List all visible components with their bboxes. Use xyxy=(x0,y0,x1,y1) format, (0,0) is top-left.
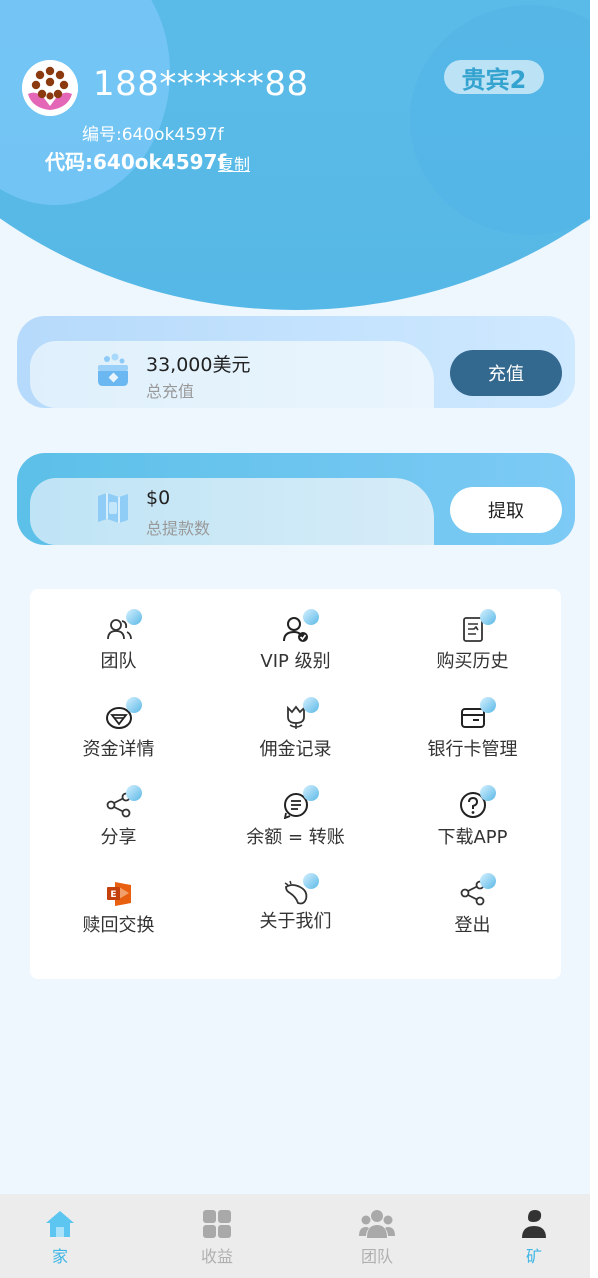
purchase-history-icon xyxy=(459,609,496,643)
share-icon xyxy=(105,785,142,819)
withdraw-button[interactable]: 提取 xyxy=(450,487,562,533)
user-id: 编号:640ok4597f xyxy=(82,125,224,145)
menu-grid: 团队 VIP 级别 购买历史 资金详情 佣金记录 银行卡管理 分享 余额 = 转… xyxy=(30,589,561,979)
menu-item-label: 银行卡管理 xyxy=(427,739,518,760)
commission-record-icon xyxy=(282,697,319,731)
nav-label: 团队 xyxy=(360,1247,393,1266)
menu-item-fund-details[interactable]: 资金详情 xyxy=(30,677,207,765)
team-nav-icon xyxy=(359,1210,395,1238)
right-edge-strip xyxy=(590,0,598,1278)
recharge-amount: 33,000美元 xyxy=(146,354,251,376)
nav-home[interactable]: 家 xyxy=(0,1194,120,1278)
menu-item-label: 佣金记录 xyxy=(259,739,332,760)
download-app-icon xyxy=(459,785,496,819)
menu-item-redeem-exchange[interactable]: E 赎回交换 xyxy=(30,853,207,941)
nav-mine[interactable]: 矿 xyxy=(474,1194,590,1278)
nav-label: 家 xyxy=(51,1247,68,1266)
menu-item-label: 下载APP xyxy=(437,827,508,848)
bank-card-icon xyxy=(459,697,496,731)
menu-item-about-us[interactable]: 关于我们 xyxy=(207,853,384,941)
mine-icon xyxy=(522,1210,546,1238)
copy-code-button[interactable]: 复制 xyxy=(218,151,250,175)
withdraw-map-icon xyxy=(98,493,128,523)
menu-item-logout[interactable]: 登出 xyxy=(384,853,561,941)
svg-text:E: E xyxy=(110,890,116,900)
menu-item-label: VIP 级别 xyxy=(260,651,331,672)
withdraw-card-panel xyxy=(30,478,434,545)
avatar-flower-icon xyxy=(22,60,78,116)
recharge-button[interactable]: 充值 xyxy=(450,350,562,396)
menu-item-label: 登出 xyxy=(454,915,491,936)
menu-item-label: 余额 = 转账 xyxy=(246,827,345,848)
user-phone: 188******88 xyxy=(93,64,309,104)
menu-item-commission-record[interactable]: 佣金记录 xyxy=(207,677,384,765)
nav-team[interactable]: 团队 xyxy=(317,1194,437,1278)
earnings-icon xyxy=(203,1210,231,1238)
menu-item-label: 赎回交换 xyxy=(82,915,155,936)
menu-item-label: 分享 xyxy=(100,827,137,848)
menu-item-balance-transfer[interactable]: 余额 = 转账 xyxy=(207,765,384,853)
withdraw-label: 总提款数 xyxy=(146,519,211,538)
menu-item-bank-card[interactable]: 银行卡管理 xyxy=(384,677,561,765)
bottom-nav: 家 收益 团队 矿 xyxy=(0,1194,590,1278)
menu-item-share[interactable]: 分享 xyxy=(30,765,207,853)
avatar[interactable] xyxy=(22,60,78,116)
invite-code: 代码:640ok4597f xyxy=(45,150,227,174)
vip-level-icon xyxy=(282,609,319,643)
profile-header: 188******88 贵宾2 编号:640ok4597f 代码:640ok45… xyxy=(0,0,590,310)
balance-transfer-icon xyxy=(282,785,319,820)
fund-details-icon xyxy=(105,697,142,731)
menu-item-label: 资金详情 xyxy=(82,739,155,760)
menu-item-download-app[interactable]: 下载APP xyxy=(384,765,561,853)
withdraw-card: $0 总提款数 提取 xyxy=(17,453,575,545)
recharge-card: 33,000美元 总充值 充值 xyxy=(17,316,575,408)
vip-badge: 贵宾2 xyxy=(444,60,544,94)
team-icon xyxy=(105,609,142,643)
recharge-label: 总充值 xyxy=(146,382,195,401)
menu-item-purchase-history[interactable]: 购买历史 xyxy=(384,589,561,677)
menu-item-label: 购买历史 xyxy=(436,651,509,672)
nav-earnings[interactable]: 收益 xyxy=(157,1194,277,1278)
menu-item-label: 关于我们 xyxy=(259,911,332,932)
menu-item-team[interactable]: 团队 xyxy=(30,589,207,677)
logout-icon xyxy=(459,873,496,907)
app-frame: 188******88 贵宾2 编号:640ok4597f 代码:640ok45… xyxy=(0,0,590,1278)
withdraw-amount: $0 xyxy=(146,487,171,509)
menu-item-vip-level[interactable]: VIP 级别 xyxy=(207,589,384,677)
nav-label: 收益 xyxy=(200,1247,233,1266)
menu-item-label: 团队 xyxy=(100,651,137,672)
nav-label: 矿 xyxy=(525,1247,542,1266)
about-us-icon xyxy=(282,873,319,907)
redeem-exchange-icon: E xyxy=(105,879,133,907)
home-icon xyxy=(46,1211,74,1237)
recharge-icon xyxy=(98,353,128,386)
